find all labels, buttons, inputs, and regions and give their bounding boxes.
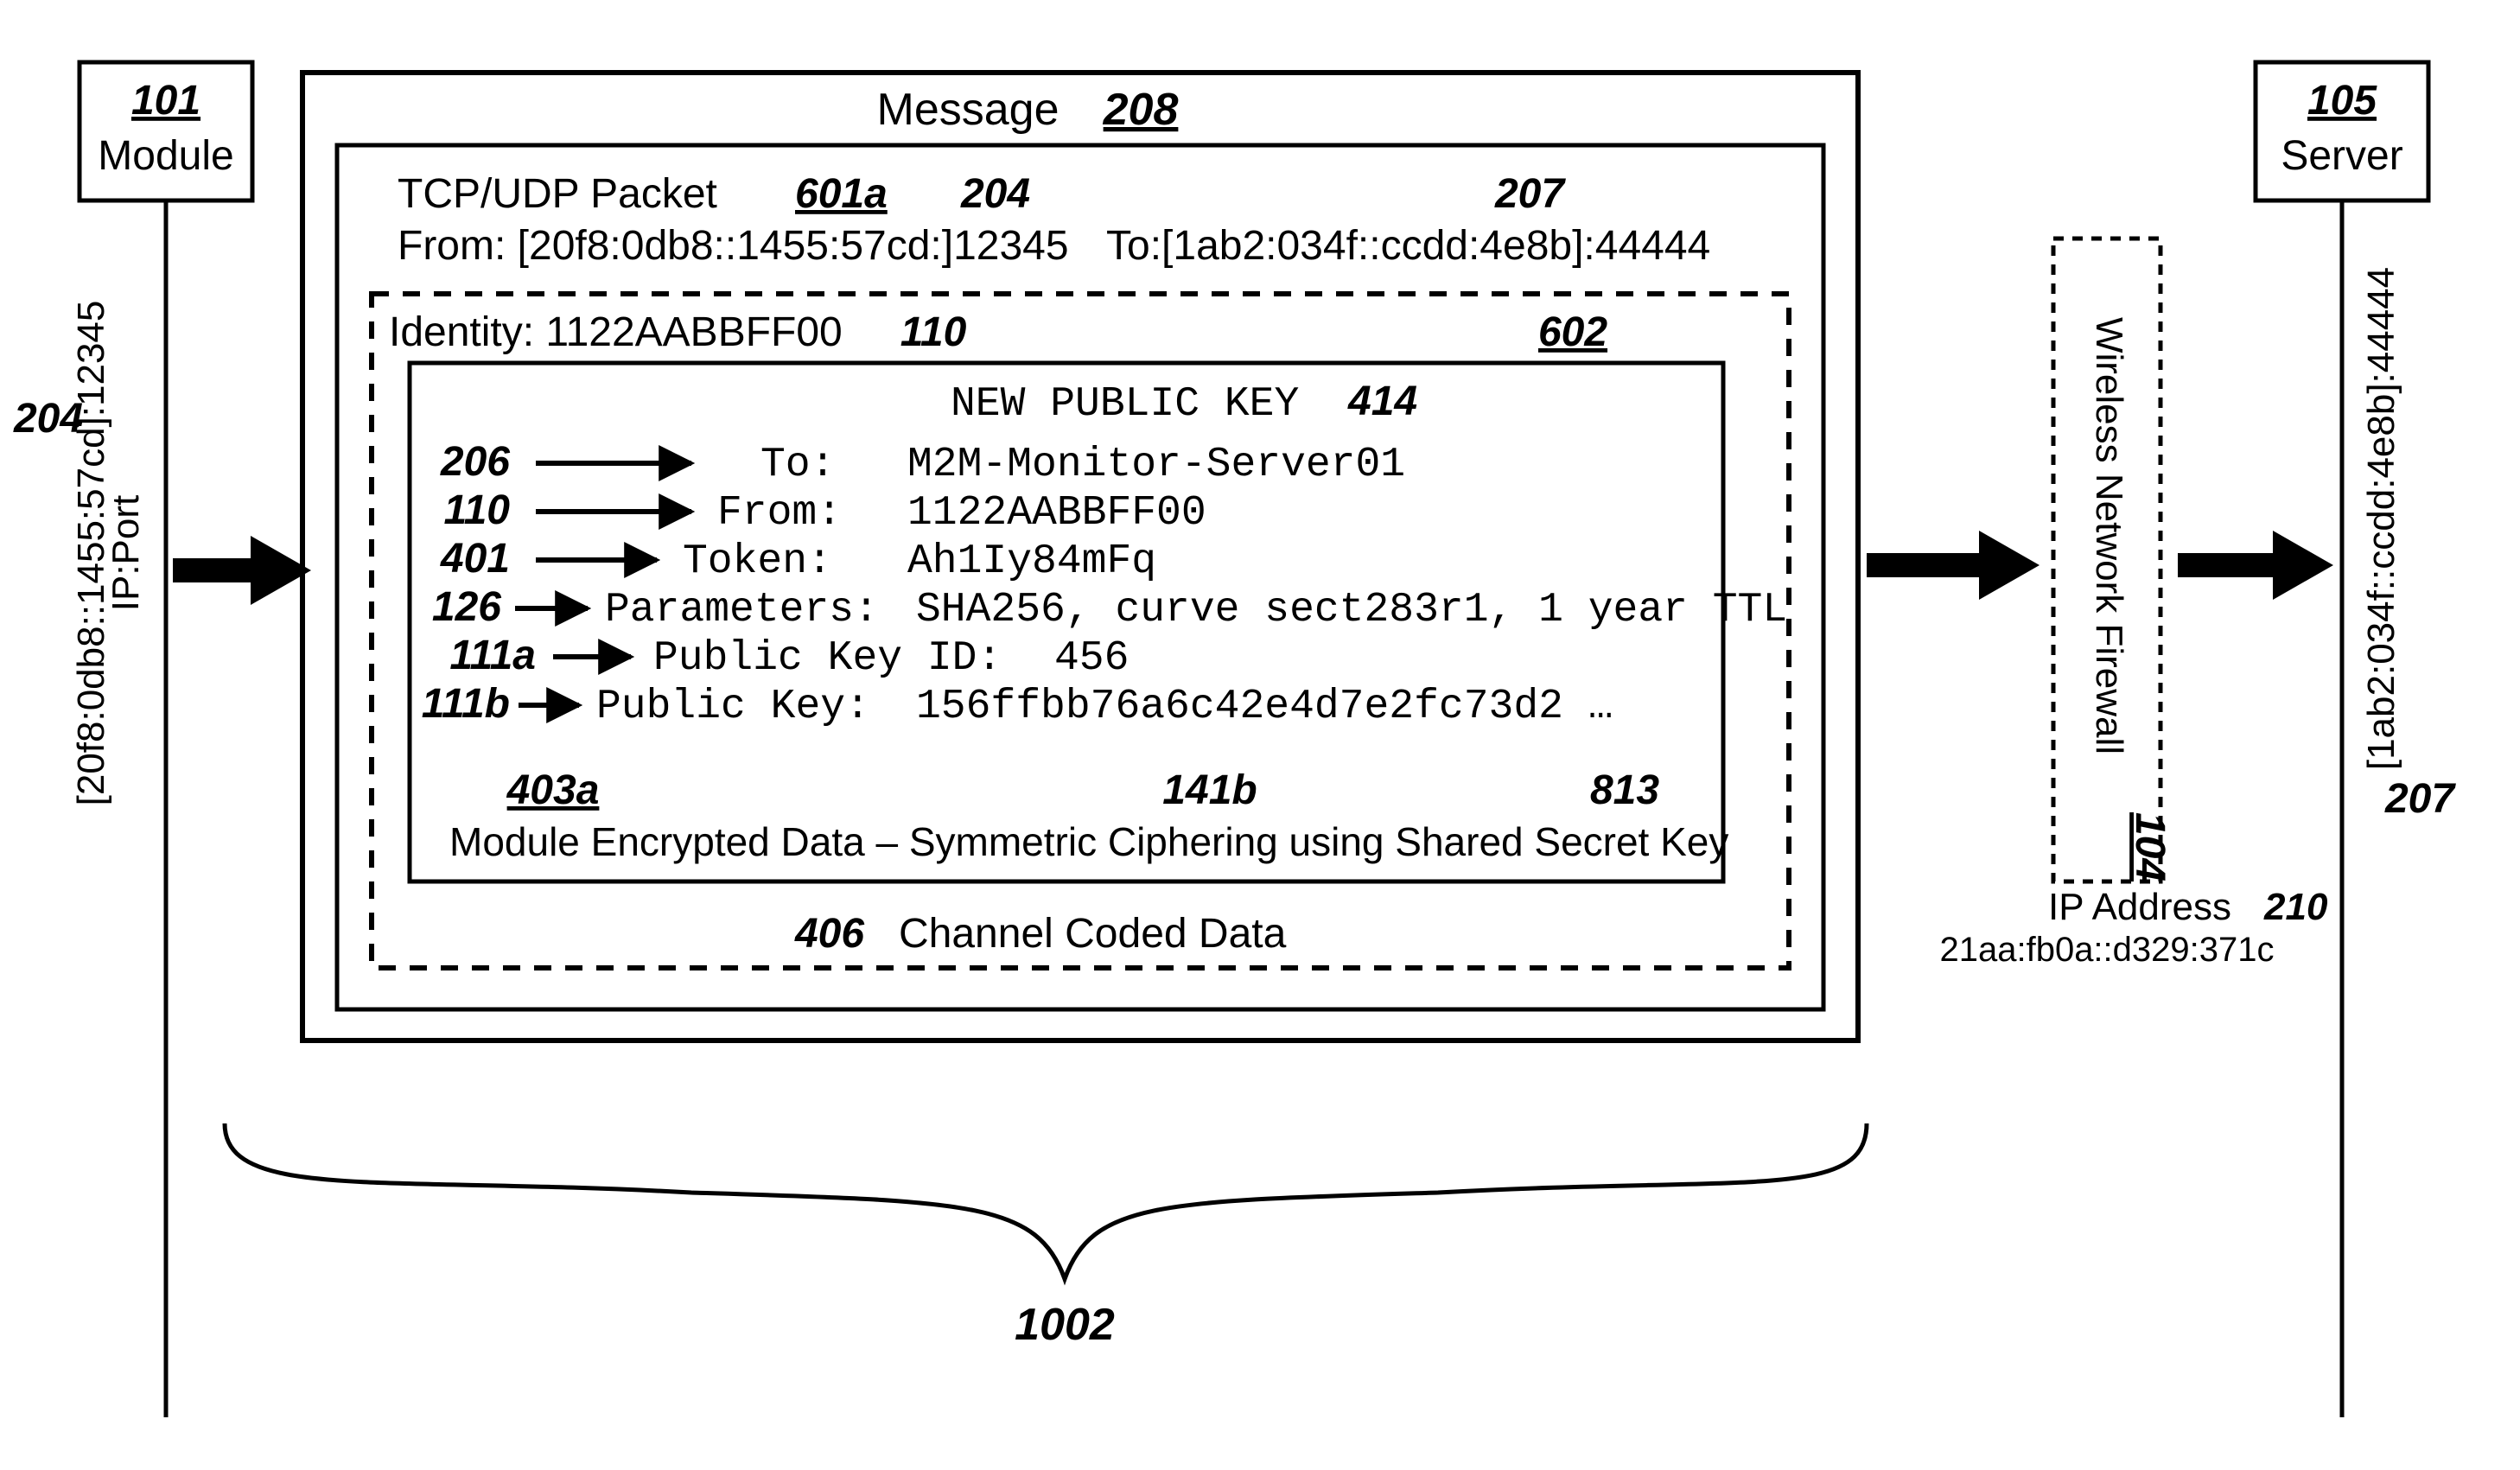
key-box: NEW PUBLIC KEY 414 206 To: M2M-Monitor-S… [410, 363, 1787, 881]
key-line-3: 126 Parameters: SHA256, curve sect283r1,… [432, 584, 1787, 633]
svg-text:Token:: Token: [683, 538, 832, 585]
module-ipport-value: [20f8:0db8::1455:57cd]:12345 [70, 301, 112, 806]
svg-text:SHA256, curve sect283r1, 1 yea: SHA256, curve sect283r1, 1 year TTL [916, 587, 1787, 633]
server-ipport-value: [1ab2:034f::ccdd:4e8b]:44444 [2360, 267, 2402, 770]
server-box: 105 Server [2256, 62, 2428, 200]
arrow-message-to-firewall [1867, 531, 2040, 600]
svg-text:From:: From: [717, 490, 842, 537]
firewall-ref: 104 [2127, 812, 2173, 881]
arrow-module-to-message [173, 536, 311, 605]
firewall-box: Wireless Network Firewall 104 IP Address… [1939, 239, 2327, 969]
key-line-5: 111b Public Key: 156ffbb76a6c42e4d7e2fc7… [422, 681, 1613, 730]
svg-text:111b: 111b [422, 681, 510, 727]
packet-ref: 601a [795, 171, 888, 217]
svg-text:126: 126 [432, 584, 501, 630]
firewall-ip-ref: 210 [2263, 886, 2328, 928]
server-ref: 105 [2307, 78, 2377, 124]
module-label: Module [98, 133, 233, 179]
packet-to: To:[1ab2:034f::ccdd:4e8b]:44444 [1106, 223, 1710, 269]
packet-from-ref: 204 [960, 171, 1030, 217]
arrow-firewall-to-server [2178, 531, 2333, 600]
key-line-1: 110 From: 1122AABBFF00 [443, 487, 1206, 537]
identity-ref: 110 [900, 309, 967, 355]
svg-text:110: 110 [443, 487, 510, 533]
channel-text: Channel Coded Data [899, 911, 1287, 957]
module-box: 101 Module [80, 62, 252, 200]
brace-ref: 1002 [1015, 1300, 1115, 1350]
firewall-ip-value: 21aa:fb0a::d329:371c [1939, 931, 2274, 969]
message-title: Message [877, 85, 1060, 135]
svg-text:Parameters:: Parameters: [605, 587, 879, 633]
module-ipport: IP:Port [20f8:0db8::1455:57cd]:12345 204 [13, 301, 147, 806]
svg-text:156ffbb76a6c42e4d7e2fc73d2 …: 156ffbb76a6c42e4d7e2fc73d2 … [916, 684, 1613, 730]
svg-text:401: 401 [440, 536, 510, 582]
packet-from: From: [20f8:0db8::1455:57cd:]12345 [398, 223, 1069, 269]
key-line-2: 401 Token: Ah1Iy84mFq [440, 536, 1156, 585]
svg-text:1122AABBFF00: 1122AABBFF00 [907, 490, 1206, 537]
svg-text:Public Key ID:: Public Key ID: [653, 635, 1002, 682]
enc-text: Module Encrypted Data – Symmetric Cipher… [449, 819, 1728, 864]
svg-text:M2M-Monitor-Server01: M2M-Monitor-Server01 [907, 442, 1405, 488]
svg-text:111a: 111a [449, 633, 536, 678]
svg-text:Public Key:: Public Key: [596, 684, 870, 730]
key-title-ref: 414 [1347, 379, 1417, 424]
svg-text:456: 456 [1054, 635, 1129, 682]
packet-to-ref: 207 [1494, 171, 1566, 217]
message-ref: 208 [1103, 85, 1179, 135]
channel-ref: 406 [794, 911, 864, 957]
svg-text:To:: To: [760, 442, 835, 488]
key-line-4: 111a Public Key ID: 456 [449, 633, 1129, 682]
packet-title: TCP/UDP Packet [398, 171, 717, 217]
module-ref: 101 [131, 78, 200, 124]
enc-ref: 403a [506, 767, 600, 813]
firewall-label: Wireless Network Firewall [2088, 317, 2130, 754]
diagram-root: 101 Module 105 Server IP:Port [20f8:0db8… [0, 0, 2520, 1469]
svg-text:Ah1Iy84mFq: Ah1Iy84mFq [907, 538, 1156, 585]
key-line-0: 206 To: M2M-Monitor-Server01 [440, 439, 1405, 488]
key-title: NEW PUBLIC KEY [951, 381, 1299, 428]
server-ipport-ref: 207 [2384, 776, 2456, 822]
firewall-ip-label: IP Address [2048, 886, 2231, 928]
brace: 1002 [225, 1123, 1867, 1350]
enc-rightref: 813 [1590, 767, 1659, 813]
server-label: Server [2281, 133, 2402, 179]
server-ipport: [1ab2:034f::ccdd:4e8b]:44444 207 [2360, 267, 2456, 822]
identity-label: Identity: 1122AABBFF00 [389, 309, 843, 355]
svg-text:206: 206 [440, 439, 510, 485]
module-ipport-ref: 204 [13, 396, 83, 442]
enc-midref: 141b [1162, 767, 1257, 813]
identity-box-ref: 602 [1538, 309, 1607, 355]
